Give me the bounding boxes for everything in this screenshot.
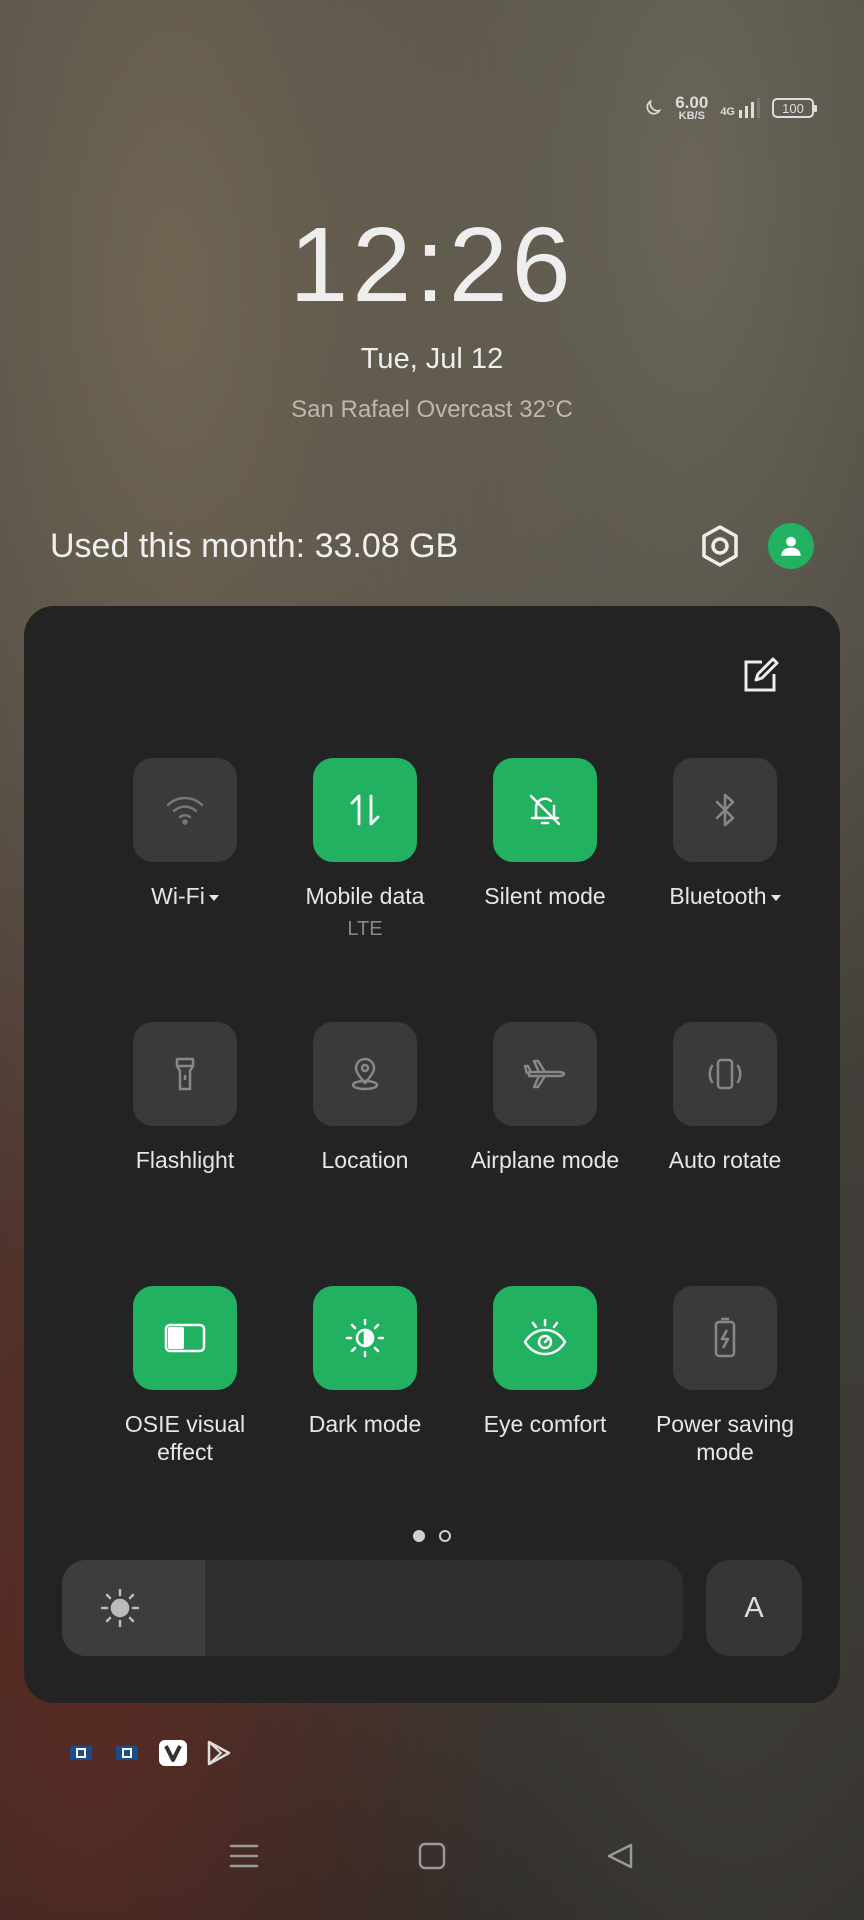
page-indicator: [24, 1530, 840, 1542]
tile-osie-button[interactable]: [133, 1286, 237, 1390]
network-type: 4G: [720, 106, 735, 118]
tile-eye-comfort-button[interactable]: [493, 1286, 597, 1390]
bluetooth-icon: [715, 793, 735, 827]
tile-label: Dark mode: [308, 1411, 422, 1437]
user-icon: [781, 536, 801, 556]
tile-airplane-mode[interactable]: Airplane mode: [455, 1022, 635, 1174]
settings-gear-icon[interactable]: [696, 522, 744, 570]
tile-osie-visual-effect[interactable]: OSIE visual effect: [95, 1286, 275, 1466]
auto-rotate-icon: [708, 1058, 742, 1090]
tile-bluetooth[interactable]: Bluetooth: [635, 758, 815, 910]
signal-icon: [739, 98, 760, 118]
tile-dark-mode-button[interactable]: [313, 1286, 417, 1390]
tile-auto-rotate[interactable]: Auto rotate: [635, 1022, 815, 1174]
tile-label: Eye comfort: [483, 1411, 607, 1437]
play-store-icon: [204, 1738, 234, 1768]
tile-sublabel: LTE: [347, 918, 383, 940]
navigation-bar: [0, 1836, 864, 1876]
dropdown-caret-icon[interactable]: [208, 894, 219, 901]
status-bar: 6.00 KB/S 4G 100: [643, 93, 817, 122]
bell-off-icon: [529, 794, 561, 826]
lockscreen-clock: 12:26: [289, 206, 575, 324]
wifi-icon: [166, 796, 204, 825]
app-notification-icon: [66, 1738, 96, 1768]
user-avatar[interactable]: [768, 523, 814, 569]
weather-info: San Rafael Overcast 32°C: [291, 396, 573, 423]
tile-label: OSIE visual effect: [124, 1411, 246, 1465]
tile-wifi-button[interactable]: [133, 758, 237, 862]
tile-silent-mode-button[interactable]: [493, 758, 597, 862]
dark-mode-icon: [345, 1318, 385, 1358]
tile-airplane-mode-button[interactable]: [493, 1022, 597, 1126]
header-row: Used this month: 33.08 GB: [50, 522, 814, 570]
brightness-slider[interactable]: [62, 1560, 683, 1656]
data-usage-text[interactable]: Used this month: 33.08 GB: [50, 527, 696, 566]
tile-bluetooth-button[interactable]: [673, 758, 777, 862]
battery-indicator: 100: [772, 98, 817, 118]
edit-icon[interactable]: [740, 656, 780, 696]
home-square-icon: [418, 1842, 446, 1870]
auto-brightness-button[interactable]: A: [706, 1560, 802, 1656]
lockscreen-date: Tue, Jul 12: [360, 343, 504, 375]
home-button[interactable]: [412, 1836, 452, 1876]
recents-button[interactable]: [224, 1836, 264, 1876]
tile-label: Flashlight: [135, 1147, 235, 1173]
back-button[interactable]: [600, 1836, 640, 1876]
tile-label: Wi-Fi: [151, 883, 205, 909]
tile-location[interactable]: Location: [275, 1022, 455, 1174]
notification-icons: [66, 1738, 234, 1768]
quick-settings-panel: Wi-Fi Mobile data LTE Silent mode Blueto…: [24, 606, 840, 1703]
tile-label: Silent mode: [484, 883, 606, 909]
mobile-data-icon: [350, 794, 380, 826]
airplane-icon: [523, 1059, 566, 1089]
brightness-sun-icon: [100, 1588, 140, 1628]
tile-silent-mode[interactable]: Silent mode: [455, 758, 635, 910]
battery-saver-icon: [714, 1317, 736, 1358]
tile-mobile-data-button[interactable]: [313, 758, 417, 862]
osie-icon: [164, 1323, 206, 1353]
tile-power-saving-mode[interactable]: Power saving mode: [635, 1286, 815, 1466]
tile-mobile-data[interactable]: Mobile data LTE: [275, 758, 455, 941]
tile-wifi[interactable]: Wi-Fi: [95, 758, 275, 910]
tile-label: Airplane mode: [470, 1147, 620, 1173]
page-dot-2[interactable]: [439, 1530, 451, 1542]
menu-icon: [229, 1844, 259, 1868]
tile-location-button[interactable]: [313, 1022, 417, 1126]
app-notification-icon: [112, 1738, 142, 1768]
tile-label: Power saving mode: [655, 1411, 795, 1465]
tile-label: Location: [321, 1147, 409, 1173]
tile-dark-mode[interactable]: Dark mode: [275, 1286, 455, 1438]
tile-label: Mobile data: [305, 883, 425, 909]
tile-label: Auto rotate: [668, 1147, 782, 1173]
tile-power-saving-button[interactable]: [673, 1286, 777, 1390]
tile-flashlight[interactable]: Flashlight: [95, 1022, 275, 1174]
signal-indicator: 4G: [720, 98, 760, 118]
tile-eye-comfort[interactable]: Eye comfort: [455, 1286, 635, 1438]
v-app-icon: [158, 1738, 188, 1768]
eye-icon: [523, 1318, 567, 1356]
location-icon: [351, 1057, 379, 1091]
net-speed: 6.00 KB/S: [675, 93, 709, 122]
dropdown-caret-icon[interactable]: [770, 894, 781, 901]
tile-auto-rotate-button[interactable]: [673, 1022, 777, 1126]
back-triangle-icon: [607, 1843, 633, 1869]
tile-label: Bluetooth: [669, 883, 767, 909]
page-dot-1[interactable]: [413, 1530, 425, 1542]
moon-icon: [646, 99, 662, 115]
tile-flashlight-button[interactable]: [133, 1022, 237, 1126]
flashlight-icon: [175, 1057, 195, 1091]
